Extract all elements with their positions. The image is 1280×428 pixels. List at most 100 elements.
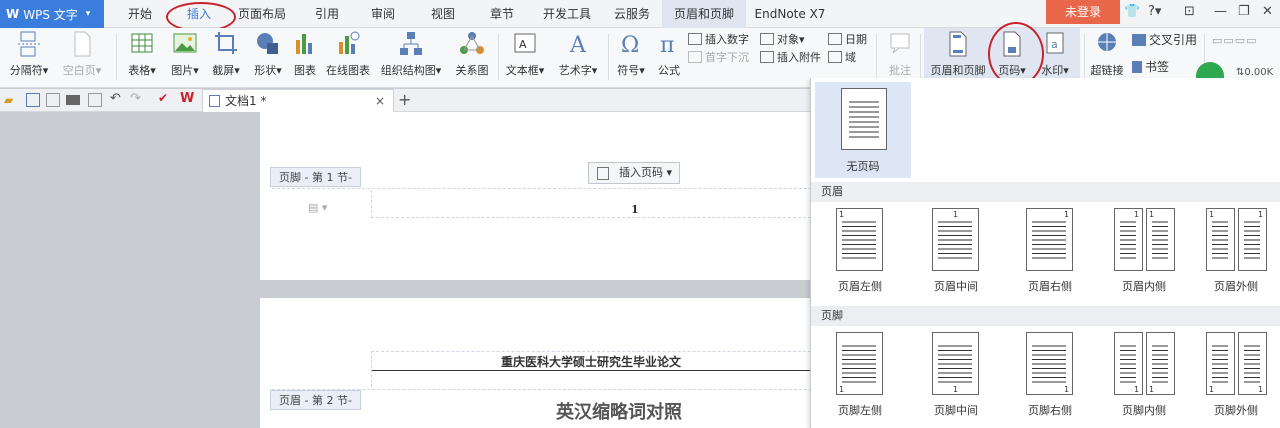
login-button[interactable]: 未登录 (1046, 0, 1120, 24)
maximize-icon[interactable]: ❐ (1238, 4, 1250, 19)
page-mark: 1 (1258, 210, 1263, 219)
bookmark-button[interactable]: 书签 (1132, 58, 1169, 76)
object-icon (760, 33, 774, 45)
table-button[interactable]: 表格▾ (122, 30, 162, 82)
paperclip-icon (760, 51, 774, 63)
footer-options-icon[interactable]: ▤ ▾ (308, 201, 327, 214)
footer-section-title: 页脚 (811, 306, 1280, 326)
globe-link-icon (1098, 33, 1116, 51)
header-footer-button[interactable]: 页眉和页脚 (928, 30, 988, 82)
footer-right-option[interactable]: 1 页脚右侧 (1005, 332, 1095, 418)
app-menu-button[interactable]: W WPS 文字 ▾ (0, 0, 104, 28)
header-option-label: 页眉右侧 (1028, 280, 1072, 293)
comment-icon (890, 33, 910, 54)
tab-chapter[interactable]: 章节 (484, 0, 520, 28)
chart-button[interactable]: 图表 (290, 30, 320, 82)
cross-ref-button[interactable]: 交叉引用 (1132, 31, 1197, 49)
shape-button[interactable]: 形状▾ (248, 30, 288, 82)
page-break-icon (18, 31, 40, 57)
tab-home[interactable]: 开始 (122, 0, 158, 28)
screenshot-icon (215, 32, 237, 54)
document-tab[interactable]: 文档1 * × (202, 89, 394, 112)
tab-review[interactable]: 审阅 (366, 0, 400, 28)
field-button[interactable]: 域 (828, 49, 856, 67)
drop-cap-button[interactable]: 首字下沉 (688, 49, 749, 67)
ribbon-divider (116, 34, 117, 80)
tab-header-footer[interactable]: 页眉和页脚 (662, 0, 746, 28)
formula-button[interactable]: π 公式 (654, 30, 684, 82)
footer-center-option[interactable]: 1 页脚中间 (911, 332, 1001, 418)
hyperlink-button[interactable]: 超链接 (1088, 30, 1126, 82)
blank-page-button[interactable]: 空白页▾ (56, 30, 108, 82)
print-icon[interactable] (66, 95, 80, 105)
save-icon[interactable] (26, 93, 40, 107)
tab-endnote[interactable]: EndNote X7 (752, 0, 828, 28)
tab-view[interactable]: 视图 (426, 0, 460, 28)
page-break-button[interactable]: 分隔符▾ (6, 30, 52, 82)
new-tab-button[interactable]: + (398, 89, 411, 111)
net-speed-label: 0.00K (1244, 67, 1274, 78)
header-inner-option[interactable]: 1 1 页眉内侧 (1099, 208, 1189, 294)
help-button[interactable]: ?▾ (1148, 4, 1161, 19)
outer-page-number-thumbnail-icon: 11 (1206, 332, 1267, 395)
open-icon[interactable]: ▰ (4, 93, 18, 107)
restore-ribbon-icon[interactable]: ⊡ (1184, 4, 1195, 19)
customize-icon[interactable]: ✔ (158, 91, 172, 105)
wordart-button[interactable]: A 艺术字▾ (554, 30, 602, 82)
no-page-number-option[interactable]: 无页码 (815, 82, 911, 178)
wps-icon[interactable]: W (180, 91, 194, 106)
chart-icon (296, 34, 312, 54)
header-option-label: 页眉左侧 (838, 280, 882, 293)
footer-left-option[interactable]: 1 页脚左侧 (815, 332, 905, 418)
tab-references[interactable]: 引用 (310, 0, 344, 28)
page-mark: 1 (839, 210, 844, 219)
textbox-icon: A (514, 33, 536, 53)
tab-page-layout[interactable]: 页面布局 (236, 0, 288, 28)
org-chart-label: 组织结构图 (380, 64, 436, 77)
insert-number-button[interactable]: 插入数字 (688, 31, 749, 49)
header-rule (372, 370, 810, 371)
footer-inner-option[interactable]: 1 1 页脚内侧 (1099, 332, 1189, 418)
comment-button[interactable]: 批注 (884, 30, 916, 82)
left-page-number-thumbnail-icon: 1 (836, 332, 883, 395)
date-button[interactable]: 日期 (828, 31, 867, 49)
right-page-number-thumbnail-icon: 1 (1026, 208, 1073, 271)
header-outer-option[interactable]: 1 1 页眉外侧 (1191, 208, 1280, 294)
insert-page-number-button[interactable]: 插入页码 ▾ (588, 162, 680, 184)
online-chart-button[interactable]: 在线图表 (324, 30, 372, 82)
online-chart-icon (339, 31, 360, 54)
close-tab-icon[interactable]: × (375, 90, 385, 112)
export-pdf-icon[interactable] (46, 93, 60, 107)
page-mark: 1 (1064, 385, 1069, 394)
header-right-option[interactable]: 1 页眉右侧 (1005, 208, 1095, 294)
page-number-icon (597, 167, 609, 180)
calendar-icon (828, 33, 842, 45)
tab-developer[interactable]: 开发工具 (538, 0, 596, 28)
picture-button[interactable]: 图片▾ (166, 30, 204, 82)
minimize-icon[interactable]: — (1214, 4, 1227, 19)
textbox-button[interactable]: A 文本框▾ (502, 30, 548, 82)
symbol-button[interactable]: Ω 符号▾ (612, 30, 650, 82)
header-center-option[interactable]: 1 页眉中间 (911, 208, 1001, 294)
org-chart-button[interactable]: 组织结构图▾ (378, 30, 444, 82)
hyperlink-label: 超链接 (1090, 64, 1124, 77)
screenshot-button[interactable]: 截屏▾ (206, 30, 246, 82)
redo-icon[interactable]: ↷ (130, 91, 144, 106)
chevron-down-icon: ▾ (85, 9, 91, 19)
undo-icon[interactable]: ↶ (110, 91, 124, 106)
relation-chart-button[interactable]: 关系图 (452, 30, 492, 82)
svg-text:A: A (519, 38, 527, 51)
close-icon[interactable]: ✕ (1262, 4, 1273, 19)
shape-label: 形状 (254, 64, 277, 77)
mini-toolbar-icons[interactable]: ▭▭▭▭ (1212, 32, 1258, 50)
header-left-option[interactable]: 1 页眉左侧 (815, 208, 905, 294)
print-preview-icon[interactable] (88, 93, 102, 107)
object-button[interactable]: 对象▾ (760, 31, 805, 49)
footer-content-box[interactable] (371, 190, 811, 218)
ribbon-divider (608, 34, 609, 80)
menu-bar: W WPS 文字 ▾ 开始 插入 页面布局 引用 审阅 视图 章节 开发工具 云… (0, 0, 1280, 32)
footer-outer-option[interactable]: 1 1 页脚外侧 (1191, 332, 1280, 418)
skin-icon[interactable]: 👕 (1124, 4, 1140, 19)
insert-attachment-button[interactable]: 插入附件 (760, 49, 821, 67)
tab-cloud[interactable]: 云服务 (610, 0, 654, 28)
